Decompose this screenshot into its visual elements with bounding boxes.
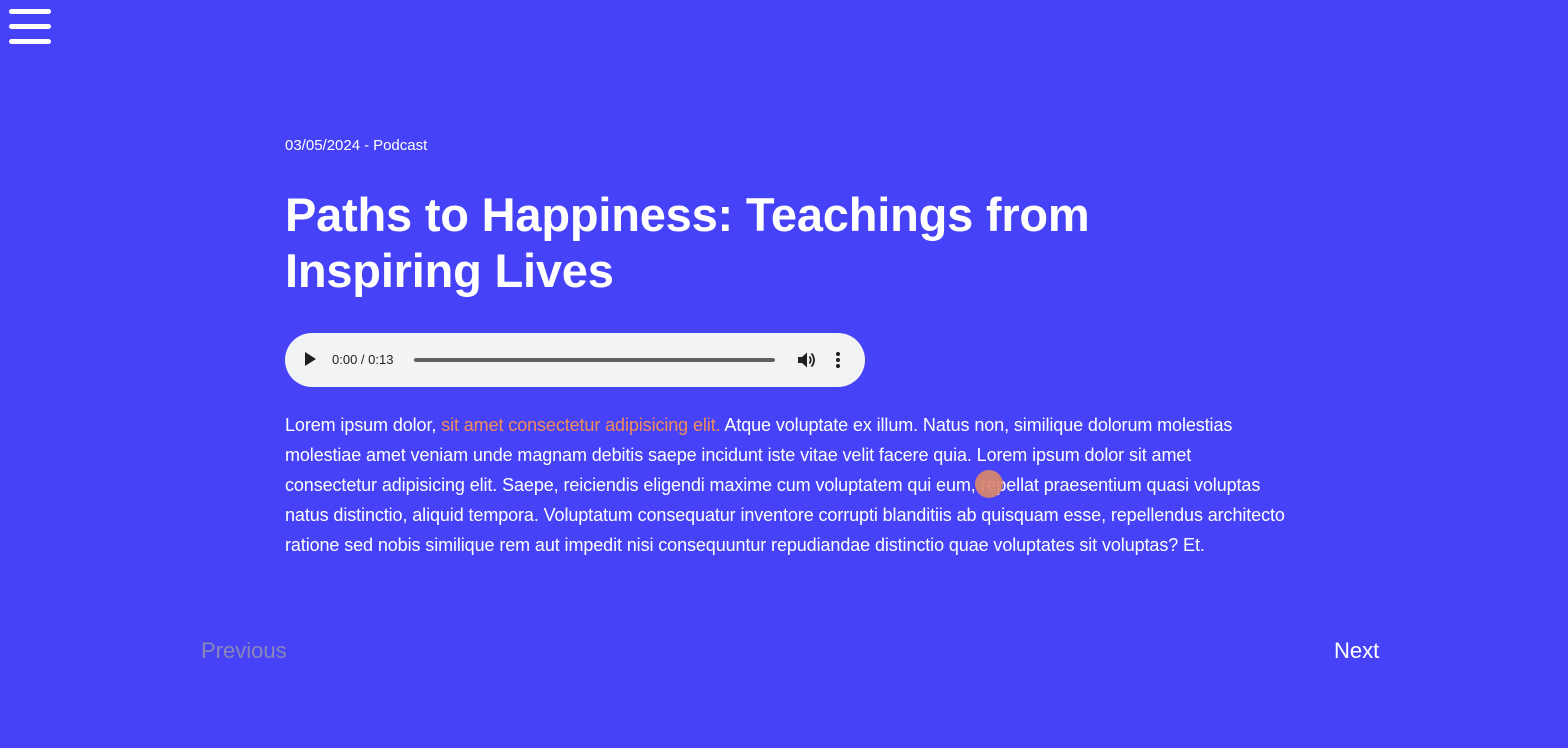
article-category: Podcast [373, 137, 428, 154]
audio-player: 0:00 / 0:13 [285, 333, 865, 387]
more-options-icon[interactable] [834, 352, 842, 368]
audio-time: 0:00 / 0:13 [332, 352, 394, 367]
pointer-cursor [975, 470, 1003, 498]
body-rest: Atque voluptate ex illum. Natus non, sim… [285, 415, 1285, 555]
volume-icon[interactable] [797, 351, 817, 369]
body-link[interactable]: sit amet consectetur adipisicing elit. [441, 415, 720, 435]
next-link[interactable]: Next [1334, 638, 1379, 664]
article-body: Lorem ipsum dolor, sit amet consectetur … [285, 410, 1285, 560]
meta-separator: - [364, 137, 370, 154]
hamburger-menu-icon[interactable] [9, 8, 52, 48]
audio-seek-bar[interactable] [414, 358, 775, 362]
article-title: Paths to Happiness: Teachings from Inspi… [285, 188, 1090, 297]
article-meta: 03/05/2024- Podcast [285, 137, 427, 154]
previous-link[interactable]: Previous [201, 638, 287, 664]
body-intro: Lorem ipsum dolor, [285, 415, 442, 435]
play-icon[interactable] [305, 352, 316, 366]
article-date: 03/05/2024 [285, 137, 361, 154]
